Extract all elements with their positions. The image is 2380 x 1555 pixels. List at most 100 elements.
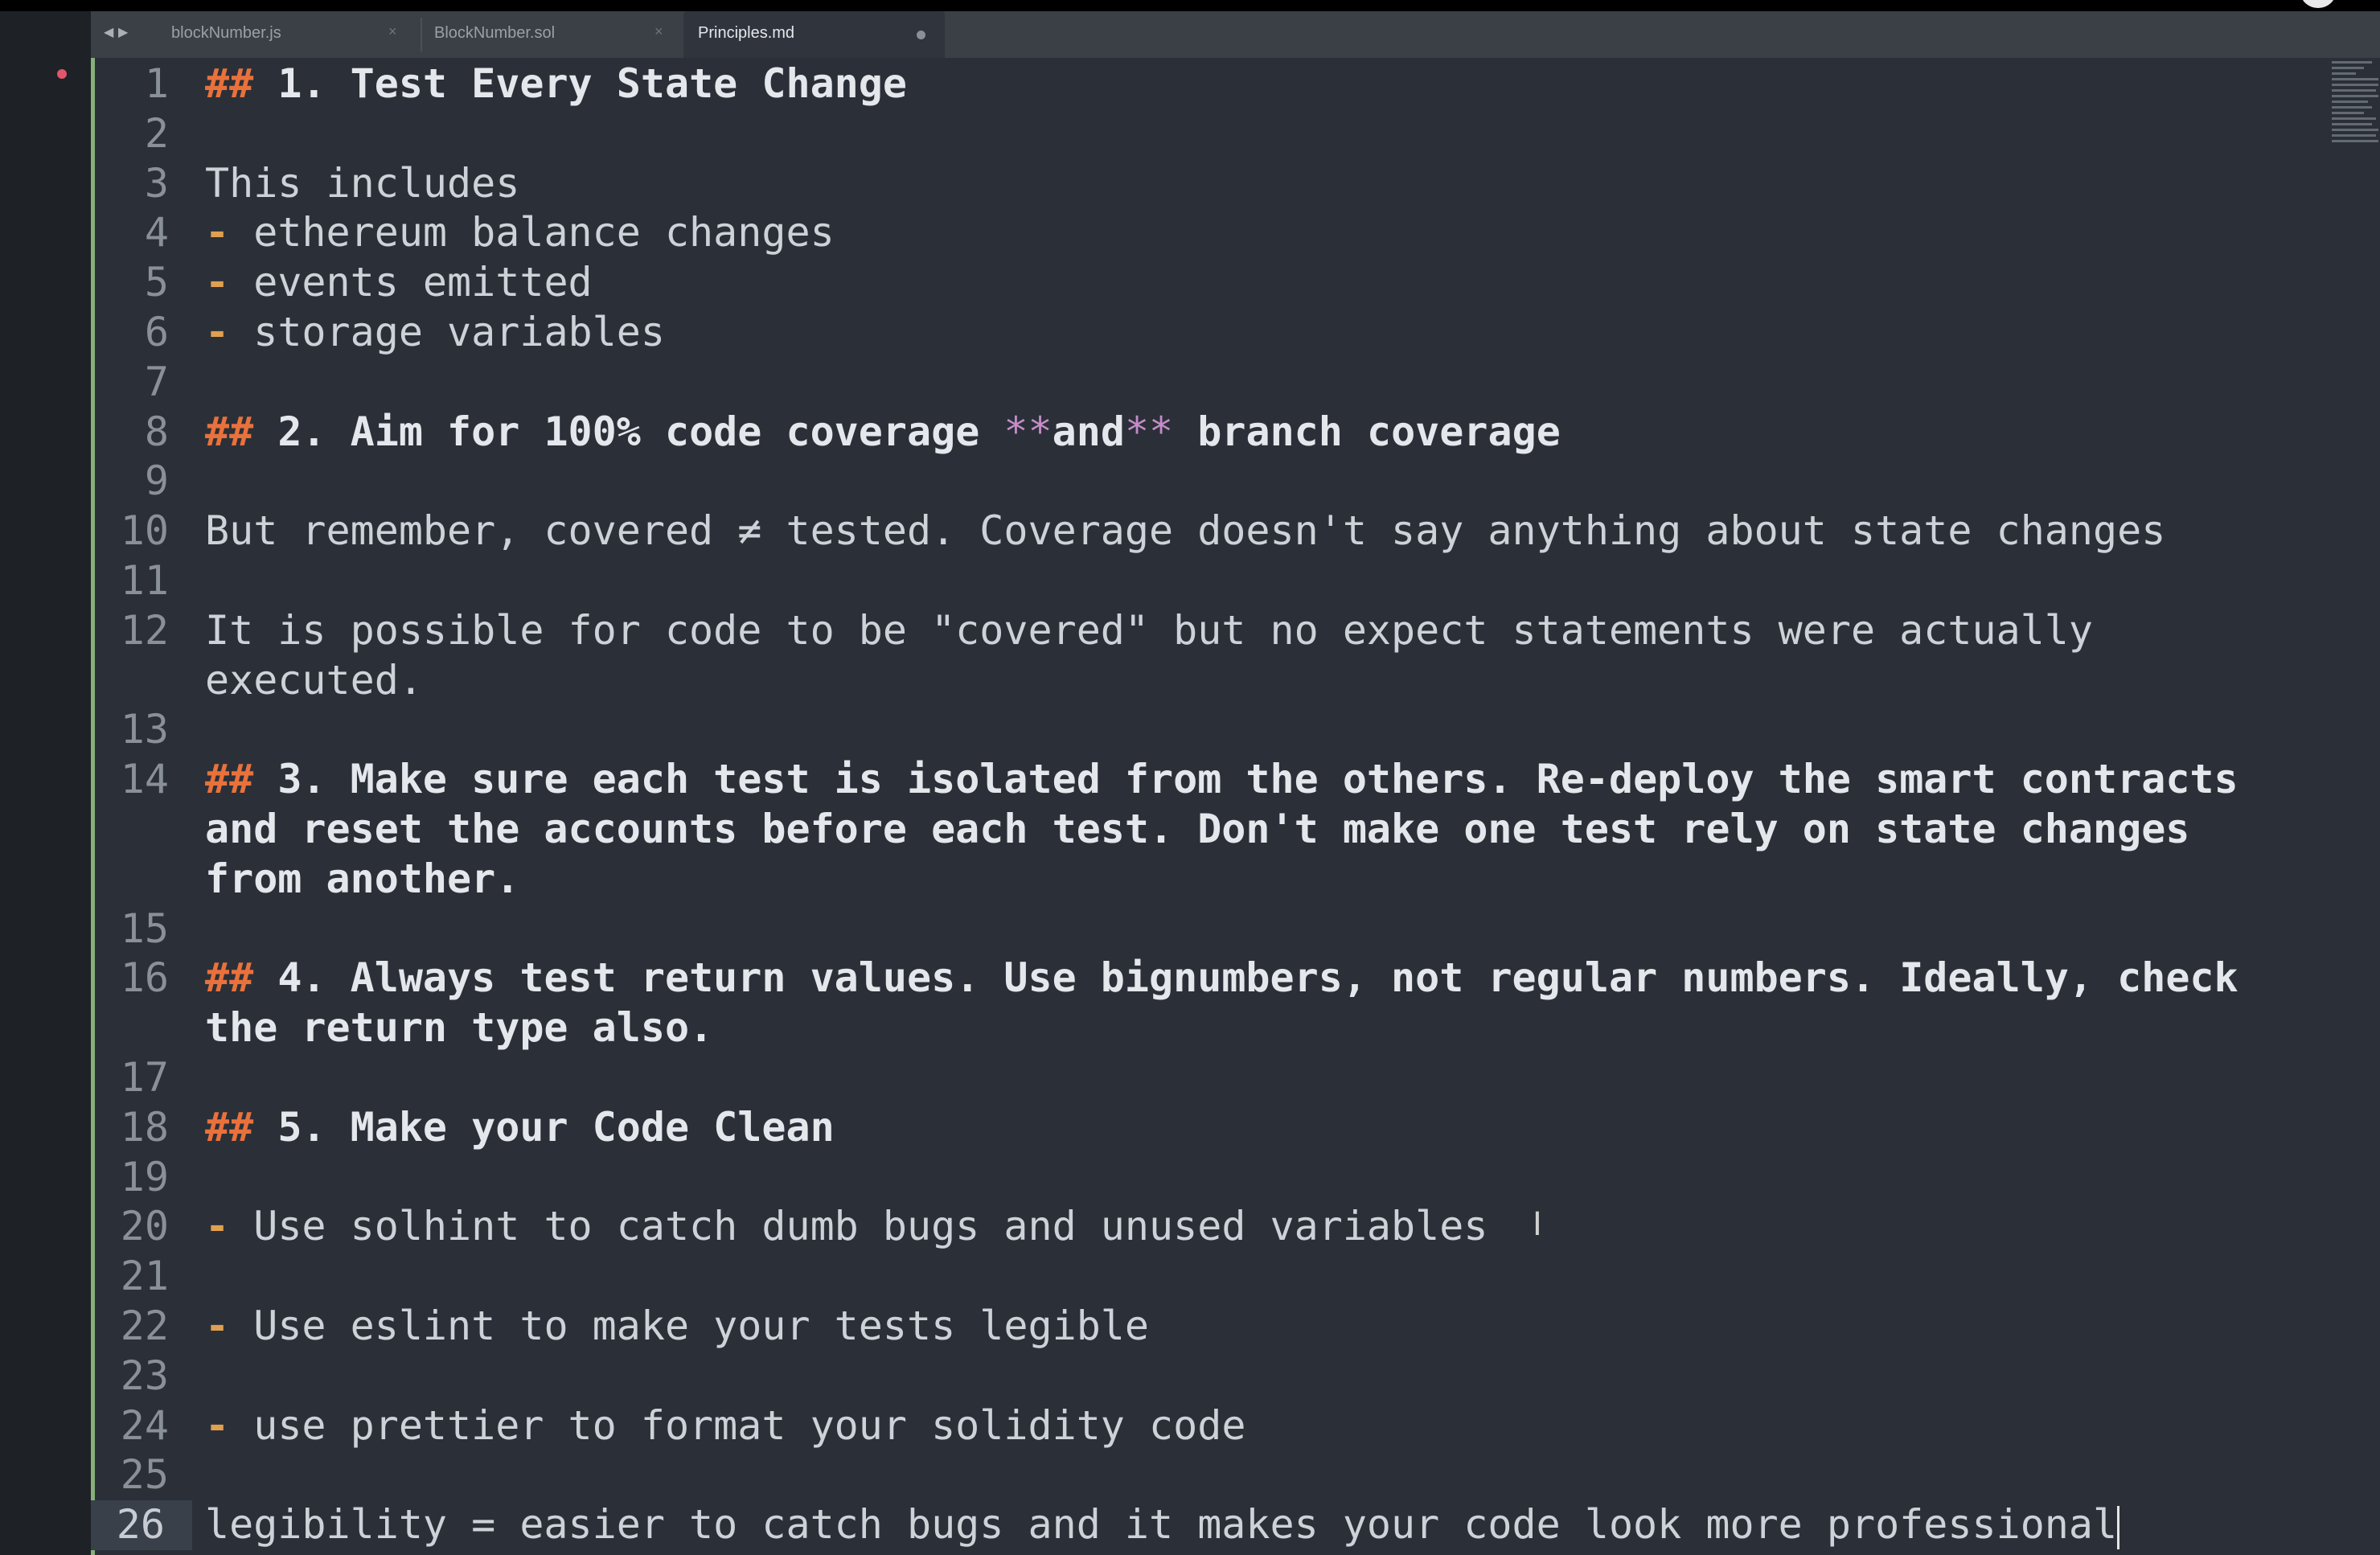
tab-back-icon[interactable]: ◀ [104, 24, 113, 40]
line-number: 15 [120, 905, 169, 952]
line-text: ## 1. Test Every State Change [205, 59, 907, 109]
code-line[interactable]: 17 [95, 1053, 2380, 1103]
code-line[interactable]: 26 legibility = easier to catch bugs and … [91, 1500, 2380, 1550]
code-line[interactable]: 1 ## 1. Test Every State Change [95, 59, 2380, 109]
close-icon[interactable]: × [654, 23, 663, 40]
code-line-wrap[interactable]: and reset the accounts before each test.… [95, 805, 2380, 855]
heading-text: from another. [205, 855, 520, 902]
text-segment: executed. [205, 656, 423, 704]
code-line[interactable]: 4- ethereum balance changes [95, 208, 2380, 258]
code-line-wrap[interactable]: from another. [95, 855, 2380, 905]
code-line[interactable]: 23 [95, 1352, 2380, 1401]
text-segment: This includes [205, 159, 520, 207]
sidebar-edge [0, 11, 91, 1555]
heading-text: 3. Make sure each test is isolated from … [253, 756, 2238, 803]
text-cursor-ibeam-icon: I [1533, 1206, 1542, 1243]
code-line[interactable]: 6- storage variables [95, 308, 2380, 358]
line-number: 24 [120, 1401, 169, 1449]
line-number: 6 [144, 308, 169, 355]
code-line[interactable]: 11 [95, 556, 2380, 606]
heading-text: 4. Always test return values. Use bignum… [253, 954, 2238, 1002]
line-number: 25 [120, 1451, 169, 1499]
code-line[interactable]: 9 [95, 457, 2380, 507]
markdown-heading-marker: ## [205, 954, 254, 1002]
line-number: 9 [144, 457, 169, 505]
minimap[interactable] [2332, 61, 2380, 158]
line-number: 20 [120, 1203, 169, 1250]
list-bullet: - [205, 1203, 230, 1250]
breakpoint-marker-icon[interactable] [57, 69, 67, 79]
code-line[interactable]: 14 ## 3. Make sure each test is isolated … [95, 755, 2380, 805]
heading-text: the return type also. [205, 1004, 714, 1052]
line-text: - Use eslint to make your tests legible [205, 1302, 1149, 1352]
markdown-heading-marker: ## [205, 756, 254, 803]
code-line[interactable]: 8 ## 2. Aim for 100% code coverage **and*… [95, 408, 2380, 457]
code-line[interactable]: 25 [95, 1450, 2380, 1500]
line-number: 13 [120, 706, 169, 753]
code-line[interactable]: 2 [95, 109, 2380, 159]
code-editor[interactable]: 1 ## 1. Test Every State Change 2 3 This inc… [91, 59, 2380, 1550]
line-number: 5 [144, 259, 169, 306]
line-text: legibility = easier to catch bugs and it… [205, 1500, 2120, 1550]
line-text: - ethereum balance changes [205, 208, 835, 258]
line-number: 22 [120, 1302, 169, 1349]
line-number: 8 [144, 408, 169, 455]
code-line[interactable]: 24 - use prettier to format your solidity… [95, 1401, 2380, 1451]
code-line[interactable]: 19 [95, 1153, 2380, 1203]
tab-forward-icon[interactable]: ▶ [118, 24, 128, 40]
code-line[interactable]: 20- Use solhint to catch dumb bugs and u… [95, 1202, 2380, 1252]
code-line[interactable]: 10 But remember, covered ≠ tested. Covera… [95, 507, 2380, 556]
heading-text: branch coverage [1173, 408, 1561, 455]
line-number: 16 [120, 954, 169, 1002]
line-text: - events emitted [205, 258, 593, 308]
code-line-wrap[interactable]: executed. [95, 656, 2380, 706]
tab-blocknumber-sol[interactable]: BlockNumber.sol × [424, 11, 683, 58]
tab-divider [421, 18, 422, 51]
tab-blocknumber-js[interactable]: blockNumber.js × [147, 11, 421, 58]
line-number: 1 [144, 60, 169, 107]
tab-principles-md[interactable]: Principles.md [683, 11, 945, 58]
line-number: 10 [120, 507, 169, 555]
code-line[interactable]: 21 [95, 1252, 2380, 1302]
line-number: 14 [120, 756, 169, 803]
list-bullet: - [205, 209, 230, 256]
text-segment: legibility = easier to catch bugs and it… [205, 1501, 2118, 1549]
line-number: 21 [120, 1253, 169, 1300]
line-number: 12 [120, 606, 169, 654]
bold-marker: ** [1124, 408, 1174, 455]
line-text: ## 3. Make sure each test is isolated fr… [205, 755, 2238, 805]
tab-bar: ◀ ▶ blockNumber.js × BlockNumber.sol × P… [91, 11, 2380, 58]
markdown-heading-marker: ## [205, 408, 254, 455]
code-line[interactable]: 7 [95, 358, 2380, 408]
close-icon[interactable]: × [388, 23, 397, 40]
text-segment: Use solhint to catch dumb bugs and unuse… [229, 1203, 1488, 1250]
code-line[interactable]: 13 [95, 705, 2380, 755]
code-line[interactable]: 3 This includes [95, 159, 2380, 209]
tab-label: BlockNumber.sol [434, 24, 556, 42]
line-number: 11 [120, 556, 169, 604]
text-segment: ethereum balance changes [229, 209, 835, 256]
list-bullet: - [205, 1401, 230, 1449]
code-line[interactable]: 5 - events emitted [95, 258, 2380, 308]
text-segment: But remember, covered ≠ tested. Coverage… [205, 507, 2166, 555]
code-line[interactable]: 16 ## 4. Always test return values. Use b… [95, 954, 2380, 1003]
line-text: It is possible for code to be "covered" … [205, 606, 2093, 656]
unsaved-dot-icon[interactable] [917, 31, 925, 39]
code-line[interactable]: 18 ## 5. Make your Code Clean [95, 1103, 2380, 1153]
heading-text: 5. Make your Code Clean [253, 1103, 835, 1151]
code-line[interactable]: 15 [95, 905, 2380, 954]
text-segment: events emitted [229, 259, 593, 306]
code-line[interactable]: 22 - Use eslint to make your tests legibl… [95, 1302, 2380, 1352]
record-indicator [2300, 0, 2336, 8]
text-segment: storage variables [229, 308, 665, 355]
code-line[interactable]: 12 It is possible for code to be "covered… [95, 606, 2380, 656]
line-text: ## 2. Aim for 100% code coverage **and**… [205, 408, 1561, 457]
code-line-wrap[interactable]: the return type also. [95, 1003, 2380, 1053]
line-text: ## 5. Make your Code Clean [205, 1103, 835, 1153]
tab-label: blockNumber.js [171, 24, 281, 42]
line-text: - Use solhint to catch dumb bugs and unu… [205, 1202, 1488, 1252]
line-number: 4 [144, 209, 169, 256]
text-segment: Use eslint to make your tests legible [229, 1302, 1150, 1349]
line-text: - use prettier to format your solidity c… [205, 1401, 1245, 1451]
markdown-heading-marker: ## [205, 60, 254, 107]
